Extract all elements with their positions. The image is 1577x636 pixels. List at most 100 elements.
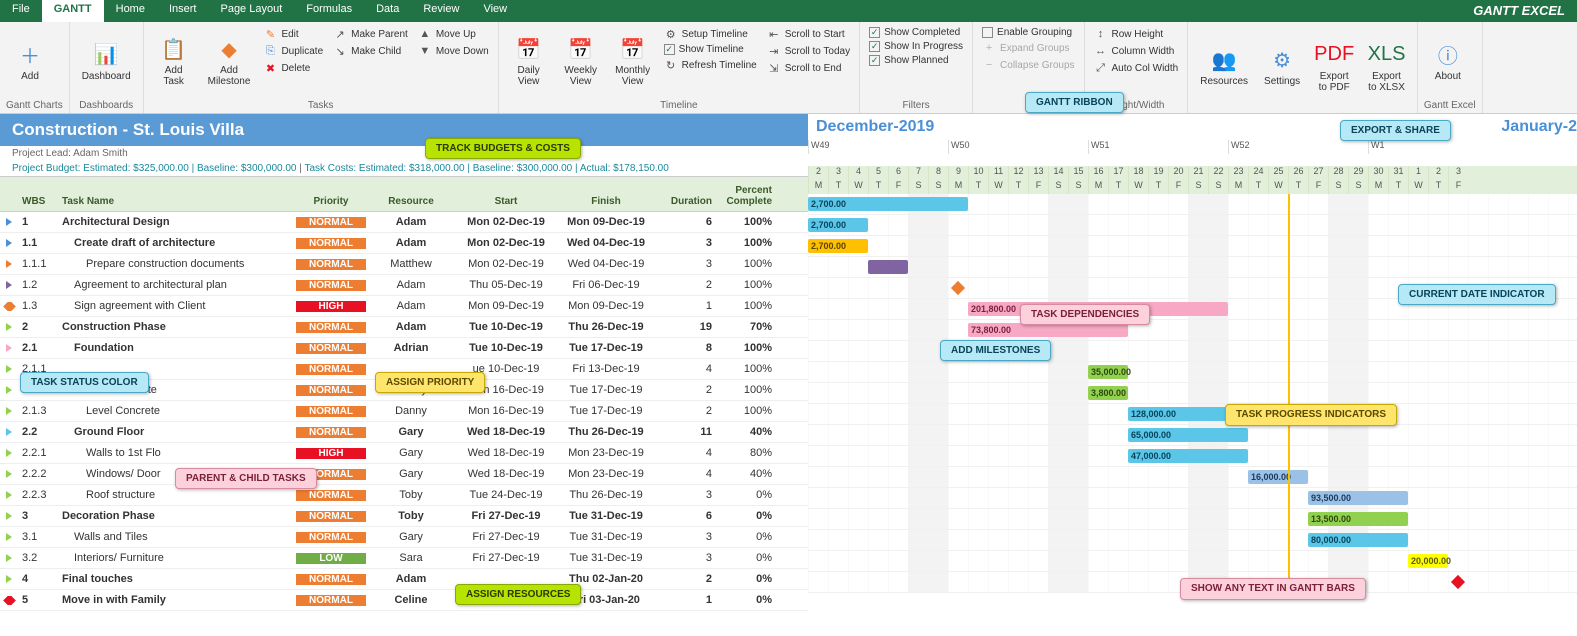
task-row[interactable]: 1.1Create draft of architectureNORMALAda… xyxy=(0,233,808,254)
callout-bartext: SHOW ANY TEXT IN GANTT BARS xyxy=(1180,578,1366,600)
ribbon-daily-view[interactable]: 📅DailyView xyxy=(505,24,553,98)
gantt-bar[interactable]: 2,700.00 xyxy=(808,197,968,211)
dow-header: MTWTFSSMTWTFSSMTWTFSSMTWTFSSMTWTF xyxy=(808,180,1577,194)
ribbon-row-height[interactable]: ↕Row Height xyxy=(1091,26,1182,42)
ribbon-show-completed[interactable]: ✓Show Completed xyxy=(866,26,966,39)
callout-milestones: ADD MILESTONES xyxy=(940,340,1051,361)
tab-page layout[interactable]: Page Layout xyxy=(208,0,294,22)
milestone-marker[interactable] xyxy=(951,281,965,295)
task-row[interactable]: 2.2.2Windows/ DoorNORMALGaryWed 18-Dec-1… xyxy=(0,464,808,485)
callout-ribbon: GANTT RIBBON xyxy=(1025,92,1124,113)
callout-deps: TASK DEPENDENCIES xyxy=(1020,304,1150,325)
callout-curdate: CURRENT DATE INDICATOR xyxy=(1398,284,1556,305)
current-date-line xyxy=(1288,194,1290,593)
ribbon-resources[interactable]: 👥Resources xyxy=(1194,24,1254,109)
gantt-bar[interactable] xyxy=(868,260,908,274)
ribbon-add[interactable]: ＋Add xyxy=(6,24,54,98)
ribbon-duplicate[interactable]: ⎘Duplicate xyxy=(260,43,326,59)
tab-formulas[interactable]: Formulas xyxy=(294,0,364,22)
callout-status: TASK STATUS COLOR xyxy=(20,372,149,393)
ribbon-make-parent[interactable]: ↗Make Parent xyxy=(330,26,411,42)
task-row[interactable]: 2.2.1Walls to 1st FloHIGHGaryWed 18-Dec-… xyxy=(0,443,808,464)
gantt-bar[interactable]: 16,000.00 xyxy=(1248,470,1308,484)
ribbon-monthly-view[interactable]: 📅MonthlyView xyxy=(609,24,657,98)
callout-parent: PARENT & CHILD TASKS xyxy=(175,468,317,489)
callout-budgets: TRACK BUDGETS & COSTS xyxy=(425,138,581,159)
ribbon-auto-col-width[interactable]: ⤢Auto Col Width xyxy=(1091,60,1182,76)
gantt-bar[interactable]: 47,000.00 xyxy=(1128,449,1248,463)
gantt-body[interactable]: 2,700.002,700.002,700.00201,800.0073,800… xyxy=(808,194,1577,593)
project-title: Construction - St. Louis Villa xyxy=(0,114,808,146)
project-budget-row: Project Budget: Estimated: $325,000.00 |… xyxy=(0,161,808,176)
gantt-bar[interactable]: 73,800.00 xyxy=(968,323,1128,337)
ribbon-show-in-progress[interactable]: ✓Show In Progress xyxy=(866,40,966,53)
ribbon-expand-groups: +Expand Groups xyxy=(979,40,1077,56)
ribbon-scroll-to-today[interactable]: ⇥Scroll to Today xyxy=(764,43,853,59)
gantt-bar[interactable]: 2,700.00 xyxy=(808,218,868,232)
ribbon-settings[interactable]: ⚙Settings xyxy=(1258,24,1306,109)
ribbon-about[interactable]: ⓘAbout xyxy=(1424,24,1472,98)
gantt-bar[interactable]: 2,700.00 xyxy=(808,239,868,253)
ribbon-column-width[interactable]: ↔Column Width xyxy=(1091,43,1182,59)
ribbon-refresh-timeline[interactable]: ↻Refresh Timeline xyxy=(661,57,760,73)
ribbon-dashboard[interactable]: 📊Dashboard xyxy=(76,24,137,98)
tab-gantt[interactable]: GANTT xyxy=(42,0,104,22)
tab-file[interactable]: File xyxy=(0,0,42,22)
task-row[interactable]: 3Decoration PhaseNORMALTobyFri 27-Dec-19… xyxy=(0,506,808,527)
gantt-bar[interactable]: 65,000.00 xyxy=(1128,428,1248,442)
ribbon-move-down[interactable]: ▼Move Down xyxy=(415,43,492,59)
ribbon-show-planned[interactable]: ✓Show Planned xyxy=(866,54,966,67)
task-row[interactable]: 3.2Interiors/ FurnitureLOWSaraFri 27-Dec… xyxy=(0,548,808,569)
callout-export: EXPORT & SHARE xyxy=(1340,120,1451,141)
app-brand: GANTT EXCEL xyxy=(1461,0,1577,22)
gantt-bar[interactable]: 20,000.00 xyxy=(1408,554,1448,568)
gantt-bar[interactable]: 93,500.00 xyxy=(1308,491,1408,505)
task-row[interactable]: 4Final touchesNORMALAdamThu 02-Jan-2020% xyxy=(0,569,808,590)
ribbon-move-up[interactable]: ▲Move Up xyxy=(415,26,492,42)
ribbon-show-timeline[interactable]: ✓Show Timeline xyxy=(661,43,760,56)
gantt-bar[interactable]: 35,000.00 xyxy=(1088,365,1128,379)
ribbon-delete[interactable]: ✖Delete xyxy=(260,60,326,76)
task-row[interactable]: 2Construction PhaseNORMALAdamTue 10-Dec-… xyxy=(0,317,808,338)
gantt-bar[interactable]: 3,800.00 xyxy=(1088,386,1128,400)
task-row[interactable]: 2.1.3Level ConcreteNORMALDannyMon 16-Dec… xyxy=(0,401,808,422)
task-row[interactable]: 3.1Walls and TilesNORMALGaryFri 27-Dec-1… xyxy=(0,527,808,548)
gantt-bar[interactable]: 13,500.00 xyxy=(1308,512,1408,526)
task-pane: Construction - St. Louis Villa Project L… xyxy=(0,114,808,611)
ribbon-collapse-groups: −Collapse Groups xyxy=(979,57,1077,73)
ribbon-export-to xlsx[interactable]: XLSExportto XLSX xyxy=(1362,24,1411,109)
callout-resources: ASSIGN RESOURCES xyxy=(455,584,581,605)
ribbon-export-to pdf[interactable]: PDFExportto PDF xyxy=(1310,24,1358,109)
callout-progress: TASK PROGRESS INDICATORS xyxy=(1225,404,1397,426)
task-row[interactable]: 2.2.3Roof structureNORMALTobyTue 24-Dec-… xyxy=(0,485,808,506)
ribbon-scroll-to-start[interactable]: ⇤Scroll to Start xyxy=(764,26,853,42)
ribbon-edit[interactable]: ✎Edit xyxy=(260,26,326,42)
ribbon-scroll-to-end[interactable]: ⇲Scroll to End xyxy=(764,60,853,76)
tab-home[interactable]: Home xyxy=(104,0,157,22)
task-row[interactable]: 1.1.1Prepare construction documentsNORMA… xyxy=(0,254,808,275)
gantt-bar[interactable]: 80,000.00 xyxy=(1308,533,1408,547)
tab-data[interactable]: Data xyxy=(364,0,411,22)
task-row[interactable]: 1.3Sign agreement with ClientHIGHAdamMon… xyxy=(0,296,808,317)
task-row[interactable]: 2.2Ground FloorNORMALGaryWed 18-Dec-19Th… xyxy=(0,422,808,443)
ribbon-enable-grouping[interactable]: Enable Grouping xyxy=(979,26,1077,39)
milestone-marker[interactable] xyxy=(1451,575,1465,589)
ribbon-make-child[interactable]: ↘Make Child xyxy=(330,43,411,59)
tab-view[interactable]: View xyxy=(471,0,519,22)
tab-review[interactable]: Review xyxy=(411,0,471,22)
week-header: W49W50W51W52W1 xyxy=(808,140,1577,154)
ribbon-setup-timeline[interactable]: ⚙Setup Timeline xyxy=(661,26,760,42)
task-row[interactable]: 2.1FoundationNORMALAdrianTue 10-Dec-19Tu… xyxy=(0,338,808,359)
task-row[interactable]: 1Architectural DesignNORMALAdamMon 02-De… xyxy=(0,212,808,233)
ribbon-add-milestone[interactable]: ◆AddMilestone xyxy=(202,24,257,98)
ribbon-add-task[interactable]: 📋AddTask xyxy=(150,24,198,98)
menu-tabs: FileGANTTHomeInsertPage LayoutFormulasDa… xyxy=(0,0,1577,22)
ribbon-weekly-view[interactable]: 📅WeeklyView xyxy=(557,24,605,98)
gantt-pane: December-2019 January-2 W49W50W51W52W1 2… xyxy=(808,114,1577,611)
task-row[interactable]: 5Move in with FamilyNORMALCelineFri 03-J… xyxy=(0,590,808,611)
month-header: December-2019 January-2 xyxy=(808,114,1577,140)
project-lead-row: Project Lead: Adam Smith xyxy=(0,146,808,161)
tab-insert[interactable]: Insert xyxy=(157,0,209,22)
task-row[interactable]: 1.2Agreement to architectural planNORMAL… xyxy=(0,275,808,296)
table-header: WBS Task Name Priority Resource Start Fi… xyxy=(0,176,808,212)
